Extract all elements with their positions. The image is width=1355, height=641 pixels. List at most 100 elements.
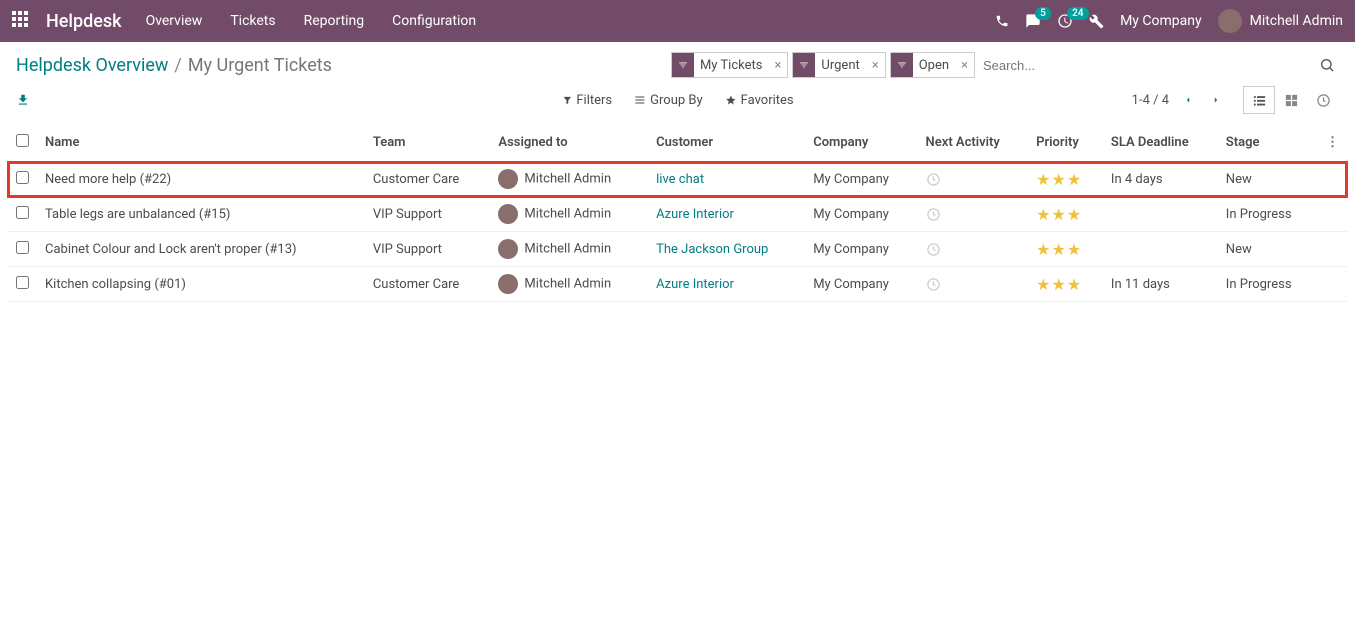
table-row[interactable]: Table legs are unbalanced (#15) VIP Supp… xyxy=(8,197,1347,232)
activity-icon[interactable]: 24 xyxy=(1057,13,1073,29)
clock-icon xyxy=(926,277,1021,292)
cell-customer[interactable]: Azure Interior xyxy=(648,197,805,232)
top-nav: Helpdesk Overview Tickets Reporting Conf… xyxy=(0,0,1355,42)
cell-sla xyxy=(1103,197,1218,232)
clock-icon xyxy=(926,172,1021,187)
row-checkbox[interactable] xyxy=(16,241,29,254)
pager-range: 1-4 / 4 xyxy=(1132,93,1169,108)
col-name[interactable]: Name xyxy=(37,124,365,162)
star-icon: ★ xyxy=(1067,275,1081,294)
cell-priority[interactable]: ★★★ xyxy=(1028,267,1103,302)
cell-activity[interactable] xyxy=(918,232,1029,267)
facet-remove[interactable]: × xyxy=(866,58,885,73)
star-icon: ★ xyxy=(1067,170,1081,189)
export-button[interactable] xyxy=(16,93,30,107)
col-customer[interactable]: Customer xyxy=(648,124,805,162)
facet-remove[interactable]: × xyxy=(768,58,787,73)
control-bar-2: Filters Group By Favorites 1-4 / 4 xyxy=(0,78,1355,124)
col-activity[interactable]: Next Activity xyxy=(918,124,1029,162)
list-view-button[interactable] xyxy=(1243,86,1275,114)
table-row[interactable]: Cabinet Colour and Lock aren't proper (#… xyxy=(8,232,1347,267)
kanban-view-button[interactable] xyxy=(1275,86,1307,114)
user-menu[interactable]: Mitchell Admin xyxy=(1218,9,1343,33)
cell-activity[interactable] xyxy=(918,197,1029,232)
cell-company: My Company xyxy=(805,232,917,267)
tools-icon[interactable] xyxy=(1089,14,1104,29)
table-row[interactable]: Kitchen collapsing (#01) Customer Care M… xyxy=(8,267,1347,302)
avatar xyxy=(498,239,518,259)
pager-prev[interactable] xyxy=(1179,89,1197,111)
nav-tickets[interactable]: Tickets xyxy=(230,13,275,29)
facet-my-tickets[interactable]: My Tickets × xyxy=(671,52,788,78)
avatar xyxy=(1218,9,1242,33)
nav-right: 5 24 My Company Mitchell Admin xyxy=(995,9,1343,33)
cell-activity[interactable] xyxy=(918,267,1029,302)
search-wrap: My Tickets × Urgent × Open × xyxy=(671,52,1339,78)
table-row[interactable]: Need more help (#22) Customer Care Mitch… xyxy=(8,162,1347,197)
activity-view-button[interactable] xyxy=(1307,86,1339,114)
breadcrumb-current: My Urgent Tickets xyxy=(188,55,332,76)
row-checkbox[interactable] xyxy=(16,276,29,289)
cell-stage: New xyxy=(1218,162,1318,197)
nav-reporting[interactable]: Reporting xyxy=(304,13,365,29)
apps-icon[interactable] xyxy=(12,11,32,31)
cell-team: VIP Support xyxy=(365,197,491,232)
star-icon: ★ xyxy=(1052,275,1066,294)
star-icon: ★ xyxy=(1036,205,1050,224)
nav-overview[interactable]: Overview xyxy=(146,13,203,29)
filter-icon xyxy=(793,53,815,77)
col-stage[interactable]: Stage xyxy=(1218,124,1318,162)
cell-activity[interactable] xyxy=(918,162,1029,197)
col-assigned[interactable]: Assigned to xyxy=(490,124,648,162)
cell-assigned: Mitchell Admin xyxy=(490,232,648,267)
chat-icon[interactable]: 5 xyxy=(1025,13,1041,29)
cell-sla xyxy=(1103,232,1218,267)
row-checkbox[interactable] xyxy=(16,171,29,184)
pager: 1-4 / 4 xyxy=(1132,89,1225,111)
phone-icon[interactable] xyxy=(995,14,1009,28)
nav-configuration[interactable]: Configuration xyxy=(392,13,476,29)
col-sla[interactable]: SLA Deadline xyxy=(1103,124,1218,162)
groupby-button[interactable]: Group By xyxy=(634,93,703,108)
cell-priority[interactable]: ★★★ xyxy=(1028,197,1103,232)
nav-menu: Overview Tickets Reporting Configuration xyxy=(146,13,477,29)
clock-icon xyxy=(926,242,1021,257)
star-icon: ★ xyxy=(1036,275,1050,294)
company-switcher[interactable]: My Company xyxy=(1120,13,1202,29)
filters-button[interactable]: Filters xyxy=(561,93,612,108)
pager-next[interactable] xyxy=(1207,89,1225,111)
search-input[interactable] xyxy=(975,54,1315,77)
col-priority[interactable]: Priority xyxy=(1028,124,1103,162)
select-all-checkbox[interactable] xyxy=(16,134,29,147)
cell-customer[interactable]: live chat xyxy=(648,162,805,197)
col-team[interactable]: Team xyxy=(365,124,491,162)
cell-company: My Company xyxy=(805,267,917,302)
cell-customer[interactable]: The Jackson Group xyxy=(648,232,805,267)
facet-urgent[interactable]: Urgent × xyxy=(792,52,885,78)
cell-company: My Company xyxy=(805,197,917,232)
cell-priority[interactable]: ★★★ xyxy=(1028,162,1103,197)
facet-open[interactable]: Open × xyxy=(890,52,975,78)
breadcrumb-root[interactable]: Helpdesk Overview xyxy=(16,55,168,76)
avatar xyxy=(498,274,518,294)
cell-customer[interactable]: Azure Interior xyxy=(648,267,805,302)
col-company[interactable]: Company xyxy=(805,124,917,162)
search-icon[interactable] xyxy=(1315,53,1339,77)
breadcrumb: Helpdesk Overview / My Urgent Tickets xyxy=(16,55,332,76)
avatar xyxy=(498,169,518,189)
row-checkbox[interactable] xyxy=(16,206,29,219)
star-icon: ★ xyxy=(1036,240,1050,259)
search-facets: My Tickets × Urgent × Open × xyxy=(671,52,975,78)
cell-stage: In Progress xyxy=(1218,197,1318,232)
cell-priority[interactable]: ★★★ xyxy=(1028,232,1103,267)
pager-views: 1-4 / 4 xyxy=(1132,86,1339,114)
cell-sla: In 4 days xyxy=(1103,162,1218,197)
chat-badge: 5 xyxy=(1035,7,1051,20)
col-options-icon[interactable]: ⋮ xyxy=(1318,124,1347,162)
tickets-table: Name Team Assigned to Customer Company N… xyxy=(8,124,1347,302)
cell-company: My Company xyxy=(805,162,917,197)
facet-remove[interactable]: × xyxy=(955,58,974,73)
filter-icon xyxy=(891,53,913,77)
brand-title[interactable]: Helpdesk xyxy=(46,11,122,32)
favorites-button[interactable]: Favorites xyxy=(725,93,794,108)
